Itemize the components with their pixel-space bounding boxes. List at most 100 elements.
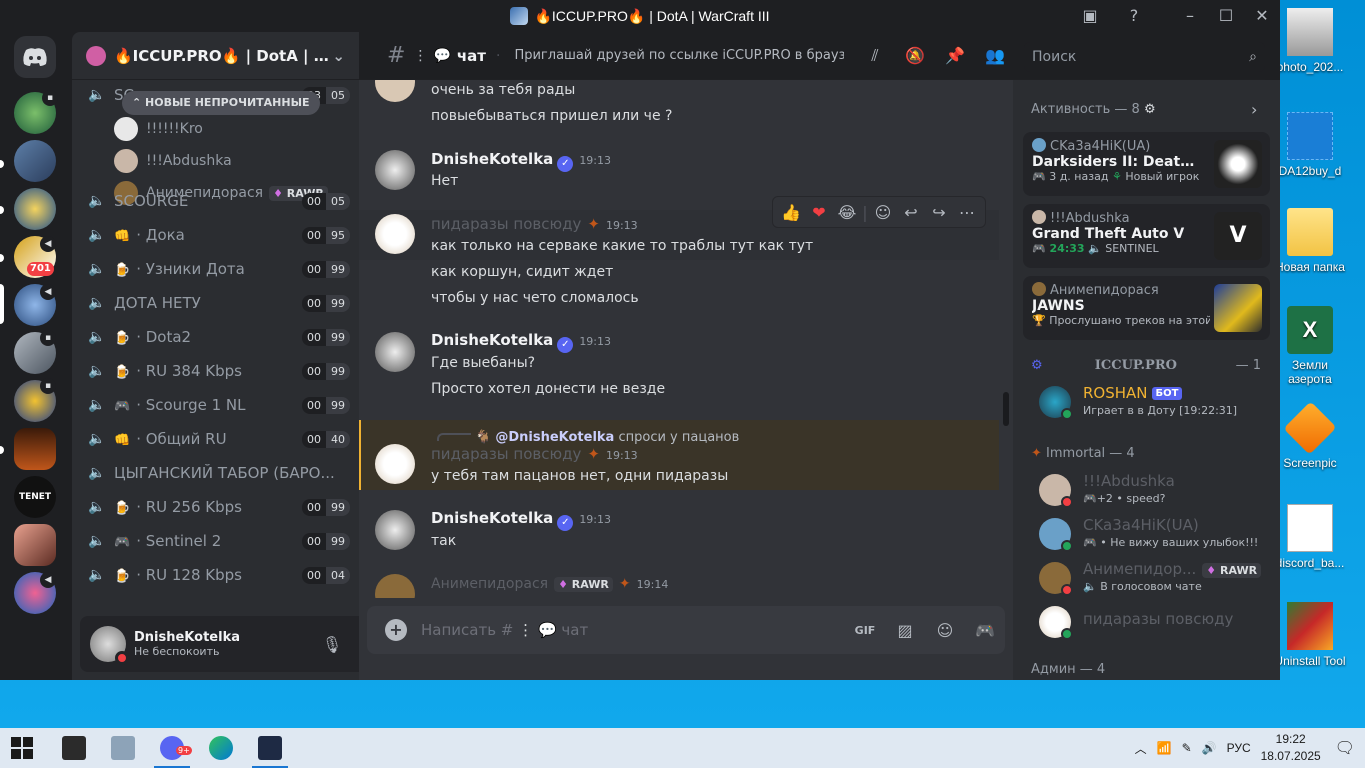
help-icon[interactable]: ?: [1122, 4, 1146, 28]
reply-preview[interactable]: 🐐 @DnisheKotelka спроси у пацанов: [437, 430, 739, 445]
add-reaction-icon[interactable]: ☺: [869, 203, 897, 222]
voice-channel[interactable]: 🔈 🎮 · Sentinel 2 00 99: [80, 526, 350, 556]
discord-home-button[interactable]: [14, 36, 56, 78]
desktop-icon-new-folder[interactable]: Новая папка: [1270, 208, 1350, 274]
voice-channel[interactable]: 🔈 🍺 · RU 128 Kbps 00 04: [80, 560, 350, 590]
channel-emoji-icon: 🎮: [114, 535, 131, 550]
pinned-messages-icon[interactable]: 📌: [943, 44, 967, 68]
voice-channel[interactable]: 🔈 🍺 · RU 384 Kbps 00 99: [80, 356, 350, 386]
composer-placeholder[interactable]: Написать # ⋮ 💬 чат: [421, 621, 845, 639]
desktop-icon-screenpic[interactable]: Screenpic: [1270, 401, 1350, 470]
activity-card[interactable]: !!!Abdushka Grand Theft Auto V 🎮 24:33 🔈…: [1023, 204, 1270, 268]
avatar[interactable]: [375, 510, 415, 550]
maximize-button[interactable]: ☐: [1214, 4, 1238, 28]
member-list-icon[interactable]: 👥: [983, 44, 1007, 68]
desktop-icon-discord-bat[interactable]: discord_ba...: [1270, 504, 1350, 570]
message-toolbar: 👍 ❤ 😂 | ☺ ↩ ↪ ⋯: [772, 196, 986, 228]
voice-user[interactable]: !!!Abdushka: [114, 148, 232, 174]
new-unread-banner[interactable]: ⌃ НОВЫЕ НЕПРОЧИТАННЫЕ: [122, 91, 320, 115]
voice-channel[interactable]: 🔈 🍺 · RU 256 Kbps 00 99: [80, 492, 350, 522]
inbox-icon[interactable]: ▣: [1078, 4, 1102, 28]
threads-icon[interactable]: ⫽: [863, 44, 887, 68]
server-icon-tenet[interactable]: TENET: [14, 476, 56, 518]
gear-icon[interactable]: ⚙: [1144, 102, 1156, 117]
server-icon-3[interactable]: [14, 188, 56, 230]
microphone-icon[interactable]: 🎙: [314, 635, 350, 654]
start-button[interactable]: [0, 732, 44, 764]
member-row[interactable]: !!!Abdushka 🎮+2 • speed?: [1039, 472, 1269, 514]
forward-icon[interactable]: ↪: [925, 203, 953, 222]
thumbs-up-reaction-icon[interactable]: 👍: [777, 203, 805, 222]
message-author[interactable]: DnisheKotelka ✓ 19:13: [431, 331, 611, 353]
desktop-icon-da12buy[interactable]: DA12buy_d: [1270, 112, 1350, 178]
close-button[interactable]: ✕: [1250, 4, 1274, 28]
user-avatar[interactable]: [90, 626, 129, 665]
taskbar-warcraft[interactable]: [248, 732, 292, 768]
volume-icon[interactable]: 🔊: [1202, 741, 1217, 755]
avatar[interactable]: [375, 332, 415, 372]
notifications-icon[interactable]: 🗨: [1335, 738, 1355, 758]
reply-icon[interactable]: ↩: [897, 203, 925, 222]
minimize-button[interactable]: –: [1178, 4, 1202, 28]
laugh-reaction-icon[interactable]: 😂: [833, 203, 861, 222]
voice-channel[interactable]: 🔈 🍺 · Узники Дота 00 99: [80, 254, 350, 284]
scrollbar-thumb[interactable]: [1003, 392, 1009, 426]
member-roshan[interactable]: ROSHAN БОТ Играет в в Доту [19:22:31]: [1039, 384, 1269, 426]
avatar[interactable]: [375, 444, 415, 484]
user-names[interactable]: DnisheKotelka Не беспокоить: [134, 630, 314, 658]
voice-channel[interactable]: 🔈 🎮 · Scourge 1 NL 00 99: [80, 390, 350, 420]
avatar[interactable]: [375, 214, 415, 254]
gif-icon[interactable]: GIF: [845, 624, 885, 637]
message-composer[interactable]: + Написать # ⋮ 💬 чат GIF ▨ ☺ 🎮: [367, 606, 1005, 654]
member-row[interactable]: Анимепидор... ♦ RAWR 🔈 В голосовом чате: [1039, 560, 1269, 602]
message-author[interactable]: пидаразы повсюду ✦ 19:13: [431, 215, 638, 233]
add-attachment-button[interactable]: +: [385, 619, 407, 641]
taskbar-discord[interactable]: 9+: [150, 732, 194, 768]
heart-reaction-icon[interactable]: ❤: [805, 203, 833, 222]
chevron-up-icon[interactable]: ︿: [1135, 740, 1147, 757]
clock[interactable]: 19:22 18.07.2025: [1261, 731, 1321, 765]
activity-card[interactable]: CKa3a4HiK(UA) Darksiders II: Deathinitiv…: [1023, 132, 1270, 196]
desktop-icon-excel[interactable]: X Земли азерота: [1270, 306, 1350, 386]
voice-channel[interactable]: 🔈 SCOURGE 00 05: [80, 186, 350, 216]
server-header[interactable]: 🔥ICCUP.PRO🔥 | DotA | Wa... ⌄: [72, 32, 359, 80]
avatar[interactable]: [375, 150, 415, 190]
more-options-icon[interactable]: ⋯: [953, 203, 981, 222]
avatar[interactable]: [375, 80, 415, 102]
message-author[interactable]: пидаразы повсюду ✦ 19:13: [431, 445, 638, 463]
taskbar-mail[interactable]: [52, 732, 96, 764]
search-input[interactable]: Поиск ⌕: [1024, 42, 1265, 72]
message-author[interactable]: DnisheKotelka ✓ 19:13: [431, 150, 611, 172]
server-icon-2[interactable]: [14, 140, 56, 182]
pen-icon[interactable]: ✎: [1182, 741, 1192, 755]
voice-channel[interactable]: 🔈 🍺 · Dota2 00 99: [80, 322, 350, 352]
activity-card[interactable]: Анимепидорася JAWNS 🏆 Прослушано треков …: [1023, 276, 1270, 340]
voice-channel[interactable]: 🔈 ЦЫГАНСКИЙ ТАБОР (БАРО...: [80, 458, 350, 488]
chevron-right-icon[interactable]: ›: [1251, 100, 1257, 119]
voice-channel[interactable]: 🔈 👊 · Общий RU 00 40: [80, 424, 350, 454]
taskbar-edge[interactable]: [199, 732, 243, 764]
language-indicator[interactable]: РУС: [1227, 741, 1251, 755]
server-icon-8[interactable]: [14, 428, 56, 470]
desktop-icon-uninstall-tool[interactable]: Uninstall Tool: [1270, 602, 1350, 668]
emoji-icon[interactable]: ☺: [925, 621, 965, 640]
member-row[interactable]: пидаразы повсюду: [1039, 606, 1269, 646]
desktop-icon-photo[interactable]: photo_202...: [1270, 8, 1350, 74]
network-icon[interactable]: 📶: [1157, 741, 1172, 755]
more-dots-icon: ⋮: [413, 47, 428, 64]
sticker-icon[interactable]: ▨: [885, 621, 925, 640]
voice-user[interactable]: !!!!!!Kro: [114, 116, 203, 142]
channel-emoji-icon: 👊: [114, 433, 131, 448]
member-row[interactable]: CKa3a4HiK(UA) 🎮 • Не вижу ваших улыбок!!…: [1039, 516, 1269, 558]
server-badge-icon: [86, 45, 106, 66]
avatar[interactable]: [375, 574, 415, 598]
message-author[interactable]: Анимепидорася ♦ RAWR ✦ 19:14: [431, 576, 668, 592]
activities-gamepad-icon[interactable]: 🎮: [965, 621, 1005, 640]
server-icon-9[interactable]: [14, 524, 56, 566]
voice-channel[interactable]: 🔈 👊 · Дока 00 95: [80, 220, 350, 250]
taskbar-calculator[interactable]: [101, 732, 145, 764]
mute-notifications-icon[interactable]: 🔕: [903, 44, 927, 68]
channel-topic[interactable]: Приглашай друзей по ссылке iCCUP.PRO в б…: [514, 48, 844, 63]
voice-channel[interactable]: 🔈 ДОТА НЕТУ 00 99: [80, 288, 350, 318]
message-author[interactable]: DnisheKotelka ✓ 19:13: [431, 509, 611, 531]
